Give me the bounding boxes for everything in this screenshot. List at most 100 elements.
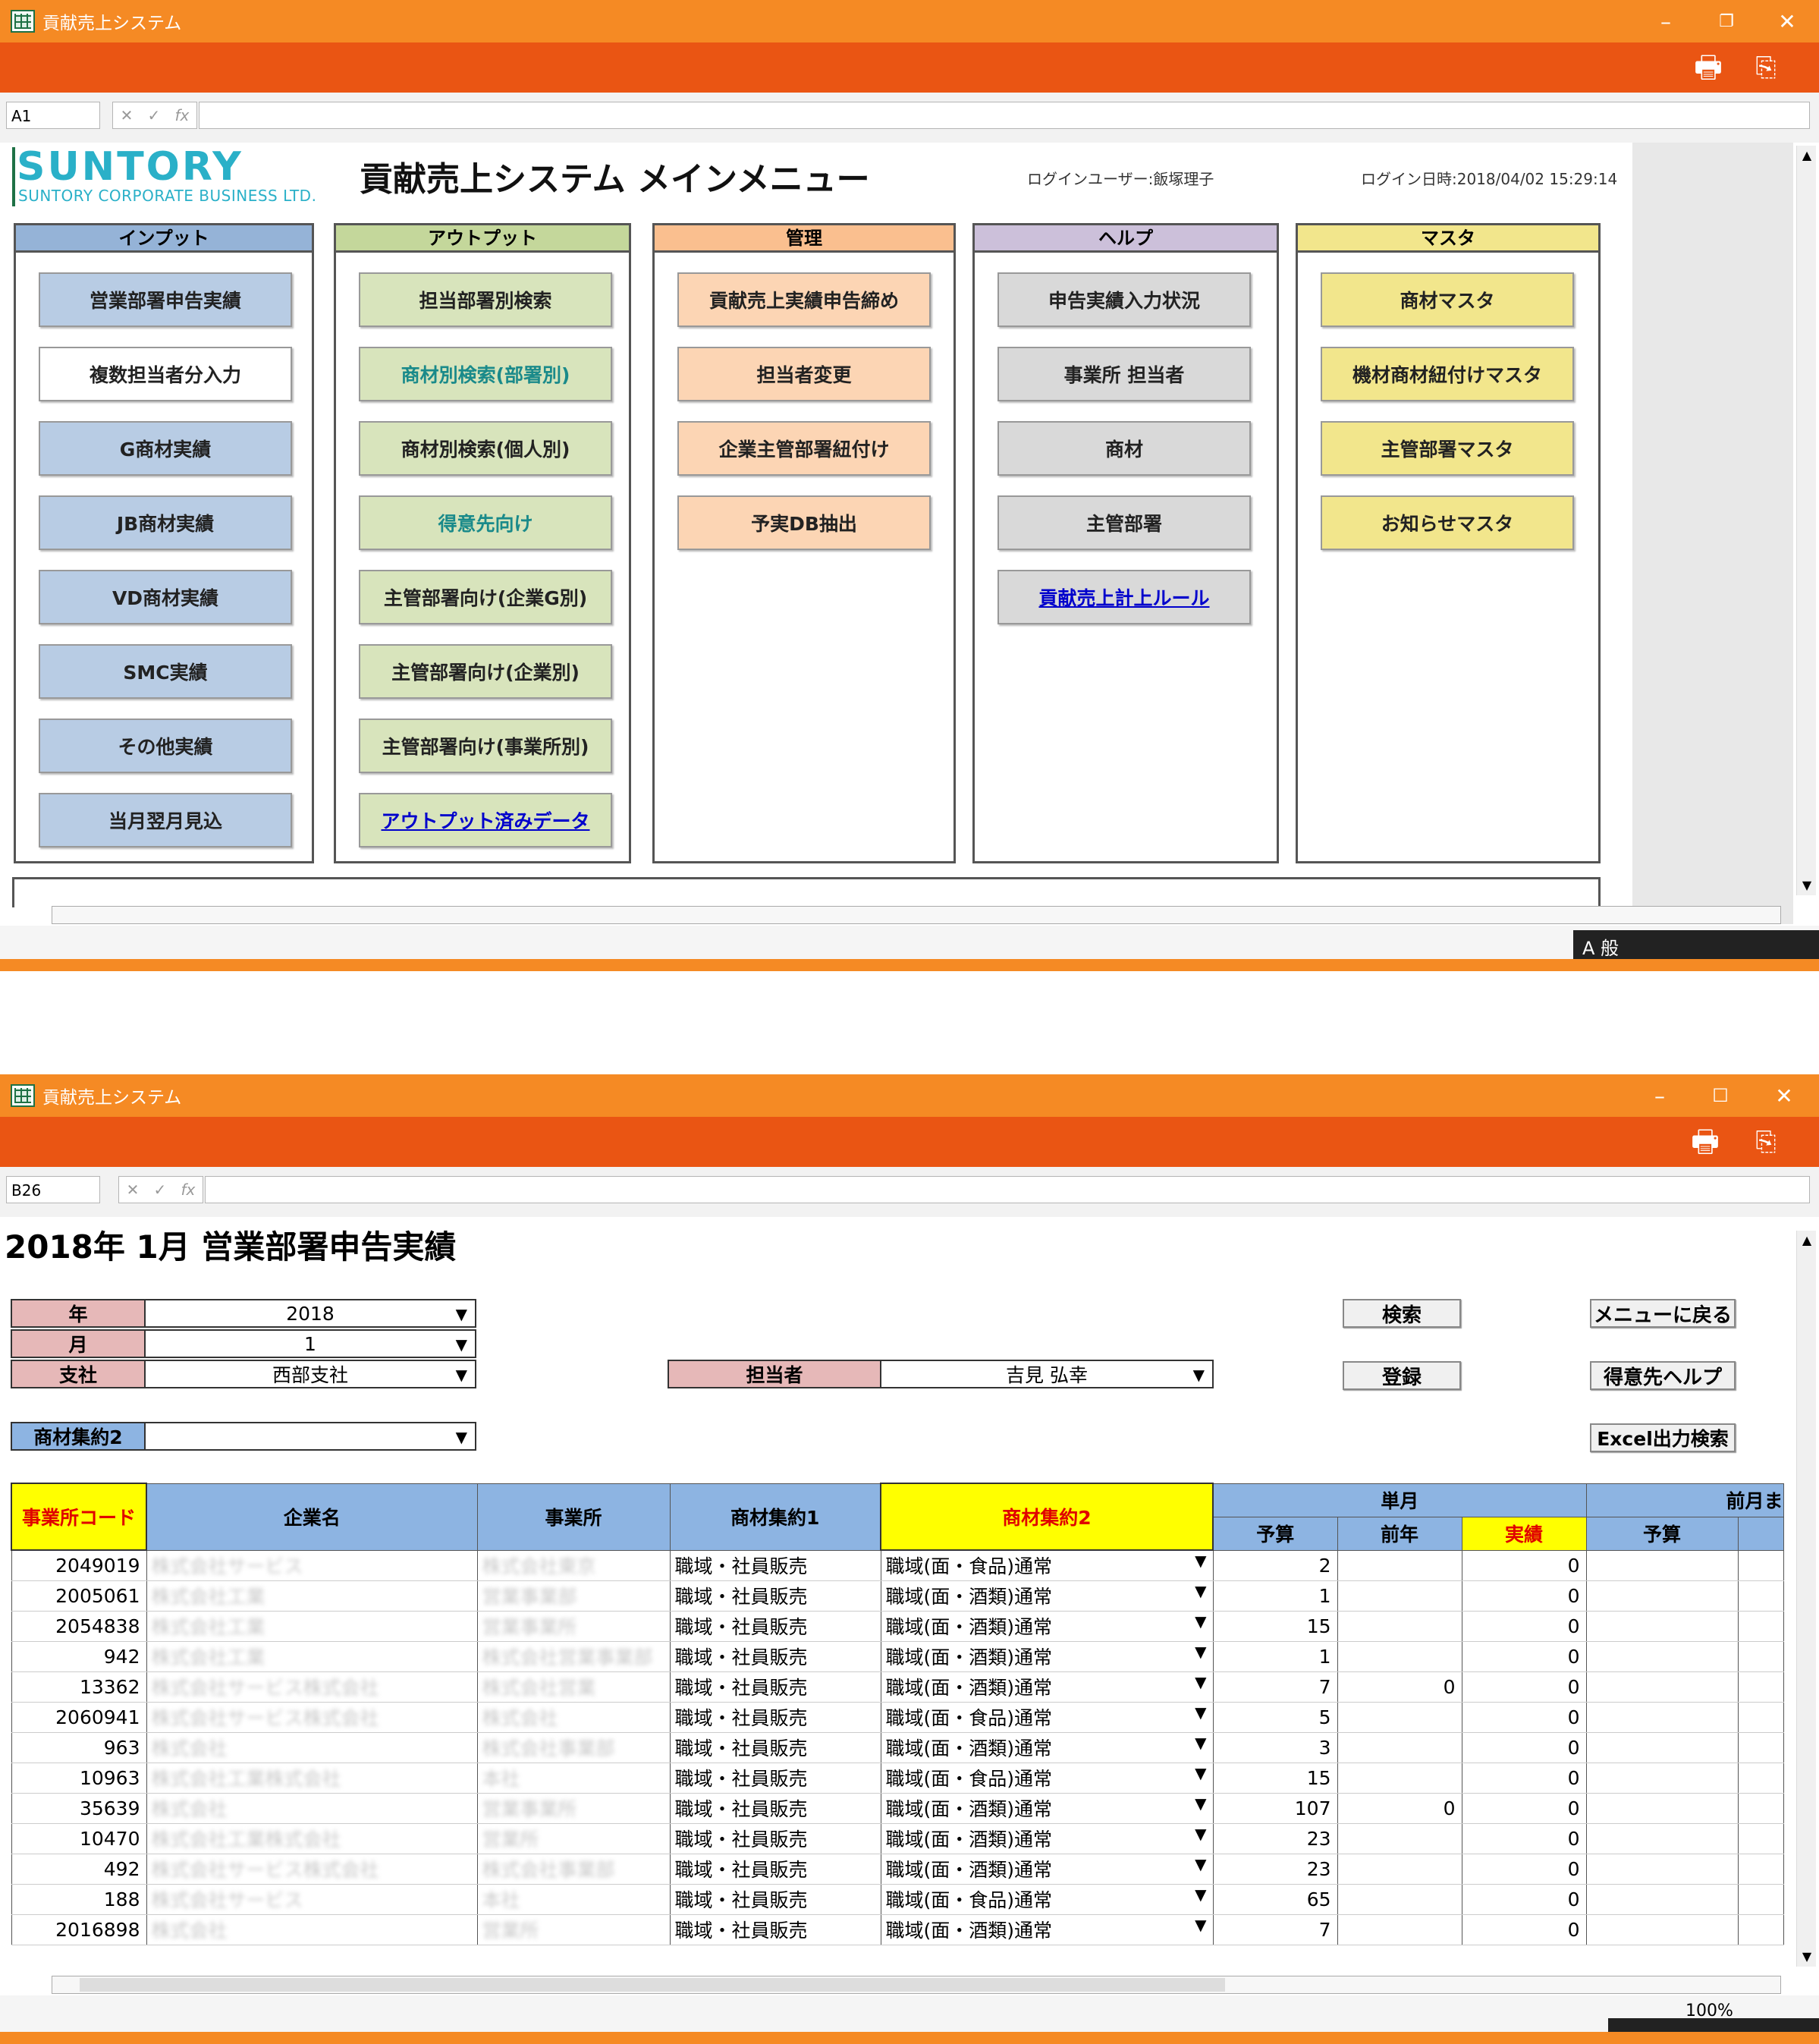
- menu-button[interactable]: VD商材実績: [39, 570, 292, 624]
- close-icon[interactable]: ✕: [1757, 0, 1817, 42]
- formula-input[interactable]: [199, 102, 1810, 129]
- search-button[interactable]: 検索: [1343, 1299, 1461, 1328]
- menu-button[interactable]: その他実績: [39, 719, 292, 773]
- actual-cell[interactable]: 0: [1461, 1671, 1587, 1703]
- dropdown-arrow-icon[interactable]: ▼: [1195, 1734, 1206, 1752]
- print-icon[interactable]: 🖶: [1684, 1123, 1726, 1161]
- dropdown-arrow-icon[interactable]: ▼: [456, 1423, 467, 1451]
- menu-button[interactable]: 複数担当者分入力: [39, 347, 292, 401]
- register-button[interactable]: 登録: [1343, 1361, 1461, 1390]
- menu-button[interactable]: 商材別検索(部署別): [359, 347, 612, 401]
- cat2-cell[interactable]: 職域(面・食品)通常 ▼: [880, 1884, 1214, 1915]
- menu-button[interactable]: 企業主管部署紐付け: [677, 421, 931, 476]
- menu-button[interactable]: 主管部署向け(企業G別): [359, 570, 612, 624]
- scroll-up-icon[interactable]: ▲: [1797, 146, 1817, 165]
- cancel-icon[interactable]: ✕: [121, 106, 134, 124]
- ime-toolbar[interactable]: A 般: [1573, 930, 1819, 959]
- dropdown-arrow-icon[interactable]: ▼: [456, 1300, 467, 1328]
- dropdown-arrow-icon[interactable]: ▼: [1195, 1825, 1206, 1843]
- menu-link-button[interactable]: アウトプット済みデータ: [359, 793, 612, 847]
- cat2-cell[interactable]: 職域(面・酒類)通常 ▼: [880, 1914, 1214, 1945]
- vertical-scrollbar[interactable]: ▲ ▼: [1796, 146, 1816, 895]
- menu-button[interactable]: 主管部署マスタ: [1321, 421, 1574, 476]
- dropdown-arrow-icon[interactable]: ▼: [1195, 1794, 1206, 1813]
- vertical-scrollbar[interactable]: ▲ ▼: [1796, 1231, 1816, 1967]
- actual-cell[interactable]: 0: [1461, 1580, 1587, 1612]
- excel-export-icon[interactable]: ⎘: [1745, 49, 1787, 86]
- confirm-icon[interactable]: ✓: [148, 106, 161, 124]
- menu-button[interactable]: 担当部署別検索: [359, 272, 612, 327]
- menu-button[interactable]: 主管部署向け(事業所別): [359, 719, 612, 773]
- menu-button[interactable]: 当月翌月見込: [39, 793, 292, 847]
- excel-export-icon[interactable]: ⎘: [1745, 1123, 1787, 1161]
- menu-link-button[interactable]: 貢献売上計上ルール: [997, 570, 1251, 624]
- menu-button[interactable]: お知らせマスタ: [1321, 495, 1574, 550]
- function-icon[interactable]: fx: [175, 106, 190, 124]
- dropdown-arrow-icon[interactable]: ▼: [1195, 1552, 1206, 1570]
- menu-button[interactable]: SMC実績: [39, 644, 292, 699]
- dropdown-arrow-icon[interactable]: ▼: [1195, 1885, 1206, 1904]
- menu-button[interactable]: JB商材実績: [39, 495, 292, 550]
- menu-button[interactable]: 商材: [997, 421, 1251, 476]
- dropdown-arrow-icon[interactable]: ▼: [1193, 1361, 1205, 1388]
- menu-button[interactable]: 機材商材紐付けマスタ: [1321, 347, 1574, 401]
- menu-button[interactable]: 申告実績入力状況: [997, 272, 1251, 327]
- menu-button[interactable]: 営業部署申告実績: [39, 272, 292, 327]
- actual-cell[interactable]: 0: [1461, 1550, 1587, 1581]
- actual-cell[interactable]: 0: [1461, 1793, 1587, 1824]
- menu-button[interactable]: 事業所 担当者: [997, 347, 1251, 401]
- cat2-cell[interactable]: 職域(面・酒類)通常 ▼: [880, 1580, 1214, 1612]
- menu-button[interactable]: 得意先向け: [359, 495, 612, 550]
- scroll-down-icon[interactable]: ▼: [1797, 1947, 1817, 1967]
- cat2-cell[interactable]: 職域(面・酒類)通常 ▼: [880, 1671, 1214, 1703]
- customer-help-button[interactable]: 得意先ヘルプ: [1590, 1361, 1736, 1390]
- cat2-cell[interactable]: 職域(面・酒類)通常 ▼: [880, 1823, 1214, 1854]
- confirm-icon[interactable]: ✓: [154, 1181, 167, 1199]
- cat2-cell[interactable]: 職域(面・酒類)通常 ▼: [880, 1793, 1214, 1824]
- print-icon[interactable]: 🖶: [1687, 49, 1729, 86]
- actual-cell[interactable]: 0: [1461, 1702, 1587, 1733]
- name-box[interactable]: A1: [6, 102, 100, 129]
- scroll-up-icon[interactable]: ▲: [1797, 1231, 1817, 1250]
- horizontal-scrollbar[interactable]: [52, 1976, 1781, 1994]
- cat2-cell[interactable]: 職域(面・酒類)通常 ▼: [880, 1854, 1214, 1885]
- menu-button[interactable]: G商材実績: [39, 421, 292, 476]
- ime-toolbar[interactable]: [1608, 2018, 1819, 2032]
- cat2-cell[interactable]: 職域(面・食品)通常 ▼: [880, 1763, 1214, 1794]
- dropdown-arrow-icon[interactable]: ▼: [1195, 1643, 1206, 1661]
- cat2-select[interactable]: ▼: [144, 1422, 476, 1451]
- actual-cell[interactable]: 0: [1461, 1823, 1587, 1854]
- actual-cell[interactable]: 0: [1461, 1854, 1587, 1885]
- menu-button[interactable]: 商材別検索(個人別): [359, 421, 612, 476]
- function-icon[interactable]: fx: [181, 1181, 196, 1199]
- dropdown-arrow-icon[interactable]: ▼: [456, 1361, 467, 1388]
- dropdown-arrow-icon[interactable]: ▼: [1195, 1916, 1206, 1934]
- maximize-icon[interactable]: ☐: [1690, 1074, 1751, 1117]
- restore-icon[interactable]: ❐: [1696, 0, 1757, 42]
- minimize-icon[interactable]: –: [1635, 0, 1696, 42]
- actual-cell[interactable]: 0: [1461, 1914, 1587, 1945]
- cat2-cell[interactable]: 職域(面・酒類)通常 ▼: [880, 1641, 1214, 1672]
- branch-select[interactable]: 西部支社 ▼: [144, 1360, 476, 1388]
- excel-export-search-button[interactable]: Excel出力検索: [1590, 1423, 1736, 1452]
- year-select[interactable]: 2018 ▼: [144, 1299, 476, 1328]
- back-to-menu-button[interactable]: メニューに戻る: [1590, 1299, 1736, 1328]
- dropdown-arrow-icon[interactable]: ▼: [1195, 1612, 1206, 1630]
- menu-button[interactable]: 予実DB抽出: [677, 495, 931, 550]
- cat2-cell[interactable]: 職域(面・酒類)通常 ▼: [880, 1611, 1214, 1642]
- actual-cell[interactable]: 0: [1461, 1732, 1587, 1763]
- name-box[interactable]: B26: [6, 1176, 100, 1203]
- menu-button[interactable]: 貢献売上実績申告締め: [677, 272, 931, 327]
- menu-button[interactable]: 主管部署向け(企業別): [359, 644, 612, 699]
- actual-cell[interactable]: 0: [1461, 1763, 1587, 1794]
- scroll-down-icon[interactable]: ▼: [1797, 876, 1817, 895]
- close-icon[interactable]: ✕: [1754, 1074, 1814, 1117]
- dropdown-arrow-icon[interactable]: ▼: [1195, 1764, 1206, 1782]
- menu-button[interactable]: 主管部署: [997, 495, 1251, 550]
- person-select[interactable]: 吉見 弘幸 ▼: [880, 1360, 1214, 1388]
- actual-cell[interactable]: 0: [1461, 1884, 1587, 1915]
- dropdown-arrow-icon[interactable]: ▼: [1195, 1582, 1206, 1600]
- cat2-cell[interactable]: 職域(面・食品)通常 ▼: [880, 1550, 1214, 1581]
- cat2-cell[interactable]: 職域(面・酒類)通常 ▼: [880, 1732, 1214, 1763]
- cat2-cell[interactable]: 職域(面・食品)通常 ▼: [880, 1702, 1214, 1733]
